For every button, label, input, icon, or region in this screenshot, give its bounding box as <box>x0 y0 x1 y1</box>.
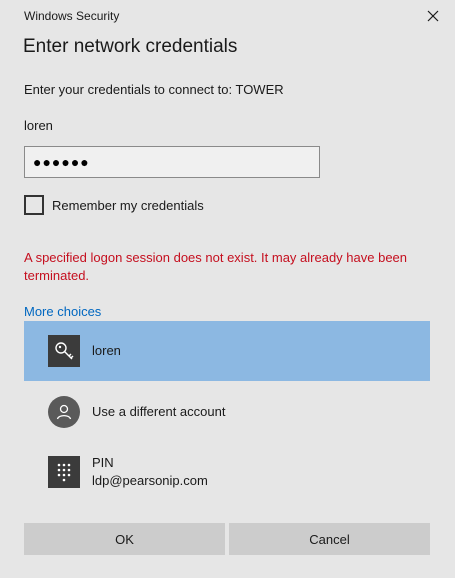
choice-label: PIN <box>92 455 114 470</box>
key-icon <box>48 335 80 367</box>
pin-keypad-icon <box>48 456 80 488</box>
connection-target-text: Enter your credentials to connect to: TO… <box>24 82 284 97</box>
choice-sublabel: ldp@pearsonip.com <box>92 473 208 488</box>
choice-text-block: PIN ldp@pearsonip.com <box>92 454 208 490</box>
credentials-dialog: Windows Security Enter network credentia… <box>0 0 455 578</box>
close-icon <box>427 10 439 22</box>
close-button[interactable] <box>423 6 443 26</box>
choice-different-account[interactable]: Use a different account <box>24 382 430 442</box>
ok-button[interactable]: OK <box>24 523 225 555</box>
more-choices-link[interactable]: More choices <box>24 304 101 319</box>
remember-credentials-option[interactable]: Remember my credentials <box>24 195 204 215</box>
choice-label: loren <box>92 343 121 358</box>
dialog-buttons: OK Cancel <box>24 523 430 555</box>
person-icon <box>48 396 80 428</box>
cancel-button[interactable]: Cancel <box>229 523 430 555</box>
dialog-heading: Enter network credentials <box>23 36 238 57</box>
choice-pin[interactable]: PIN ldp@pearsonip.com <box>24 442 430 502</box>
remember-checkbox[interactable] <box>24 195 44 215</box>
username-label: loren <box>24 118 53 133</box>
remember-label: Remember my credentials <box>52 197 204 213</box>
window-title: Windows Security <box>24 9 120 23</box>
password-input[interactable]: ●●●●●● <box>24 146 320 178</box>
title-bar: Windows Security <box>0 0 455 32</box>
choice-label: Use a different account <box>92 404 226 419</box>
error-message: A specified logon session does not exist… <box>24 250 408 283</box>
choice-saved-credential[interactable]: loren <box>24 321 430 381</box>
password-masked-value: ●●●●●● <box>33 154 90 170</box>
